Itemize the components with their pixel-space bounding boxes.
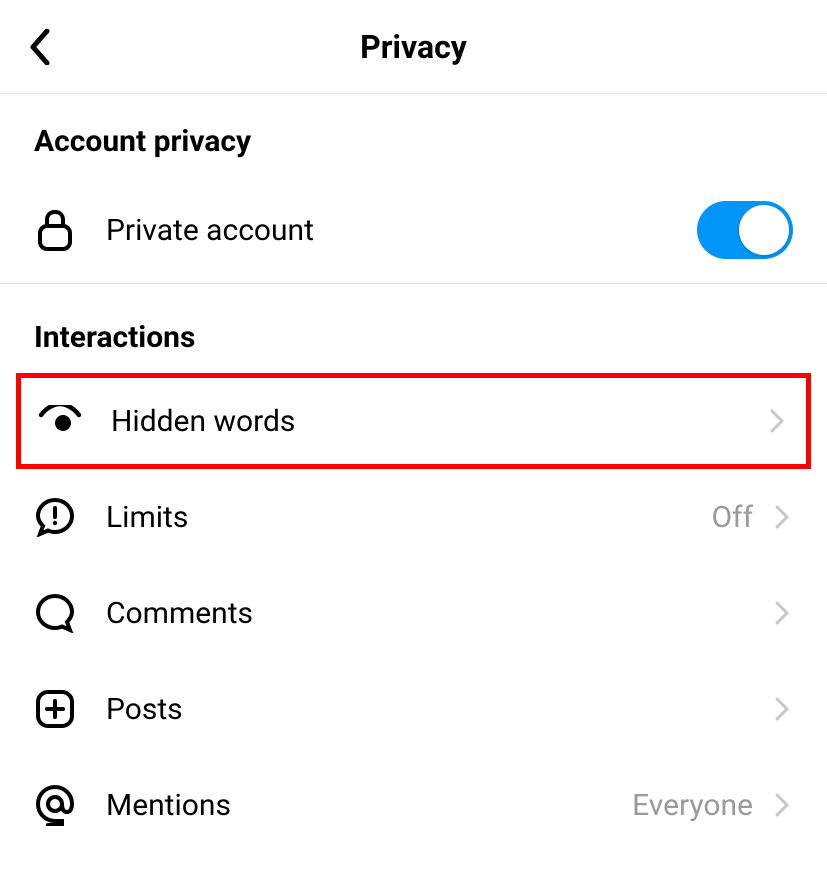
plus-square-icon	[34, 688, 76, 730]
comment-bubble-icon	[34, 592, 76, 634]
private-account-row: Private account	[0, 177, 827, 283]
mentions-label: Mentions	[106, 788, 632, 823]
account-privacy-section: Account privacy Private account	[0, 94, 827, 283]
chevron-right-icon	[771, 602, 793, 624]
chevron-right-icon	[771, 698, 793, 720]
section-header-interactions: Interactions	[0, 290, 827, 373]
mentions-value: Everyone	[632, 788, 753, 823]
header: Privacy	[0, 0, 827, 94]
hidden-eye-icon	[39, 400, 81, 442]
toggle-knob	[739, 205, 789, 255]
hidden-words-row[interactable]: Hidden words	[16, 373, 811, 469]
section-header-account-privacy: Account privacy	[0, 94, 827, 177]
at-icon	[34, 784, 76, 826]
page-title: Privacy	[0, 28, 827, 66]
limits-row[interactable]: Limits Off	[0, 469, 827, 565]
posts-label: Posts	[106, 692, 771, 727]
mentions-row[interactable]: Mentions Everyone	[0, 757, 827, 853]
chevron-left-icon	[29, 29, 51, 65]
alert-bubble-icon	[34, 496, 76, 538]
comments-row[interactable]: Comments	[0, 565, 827, 661]
chevron-right-icon	[771, 506, 793, 528]
lock-icon	[34, 209, 76, 251]
limits-value: Off	[712, 500, 754, 535]
interactions-section: Interactions Hidden words Limits Off	[0, 284, 827, 853]
hidden-words-label: Hidden words	[111, 404, 766, 439]
chevron-right-icon	[771, 794, 793, 816]
chevron-right-icon	[766, 410, 788, 432]
private-account-label: Private account	[106, 213, 697, 248]
posts-row[interactable]: Posts	[0, 661, 827, 757]
back-button[interactable]	[20, 27, 60, 67]
limits-label: Limits	[106, 500, 712, 535]
private-account-toggle[interactable]	[697, 201, 793, 259]
comments-label: Comments	[106, 596, 771, 631]
